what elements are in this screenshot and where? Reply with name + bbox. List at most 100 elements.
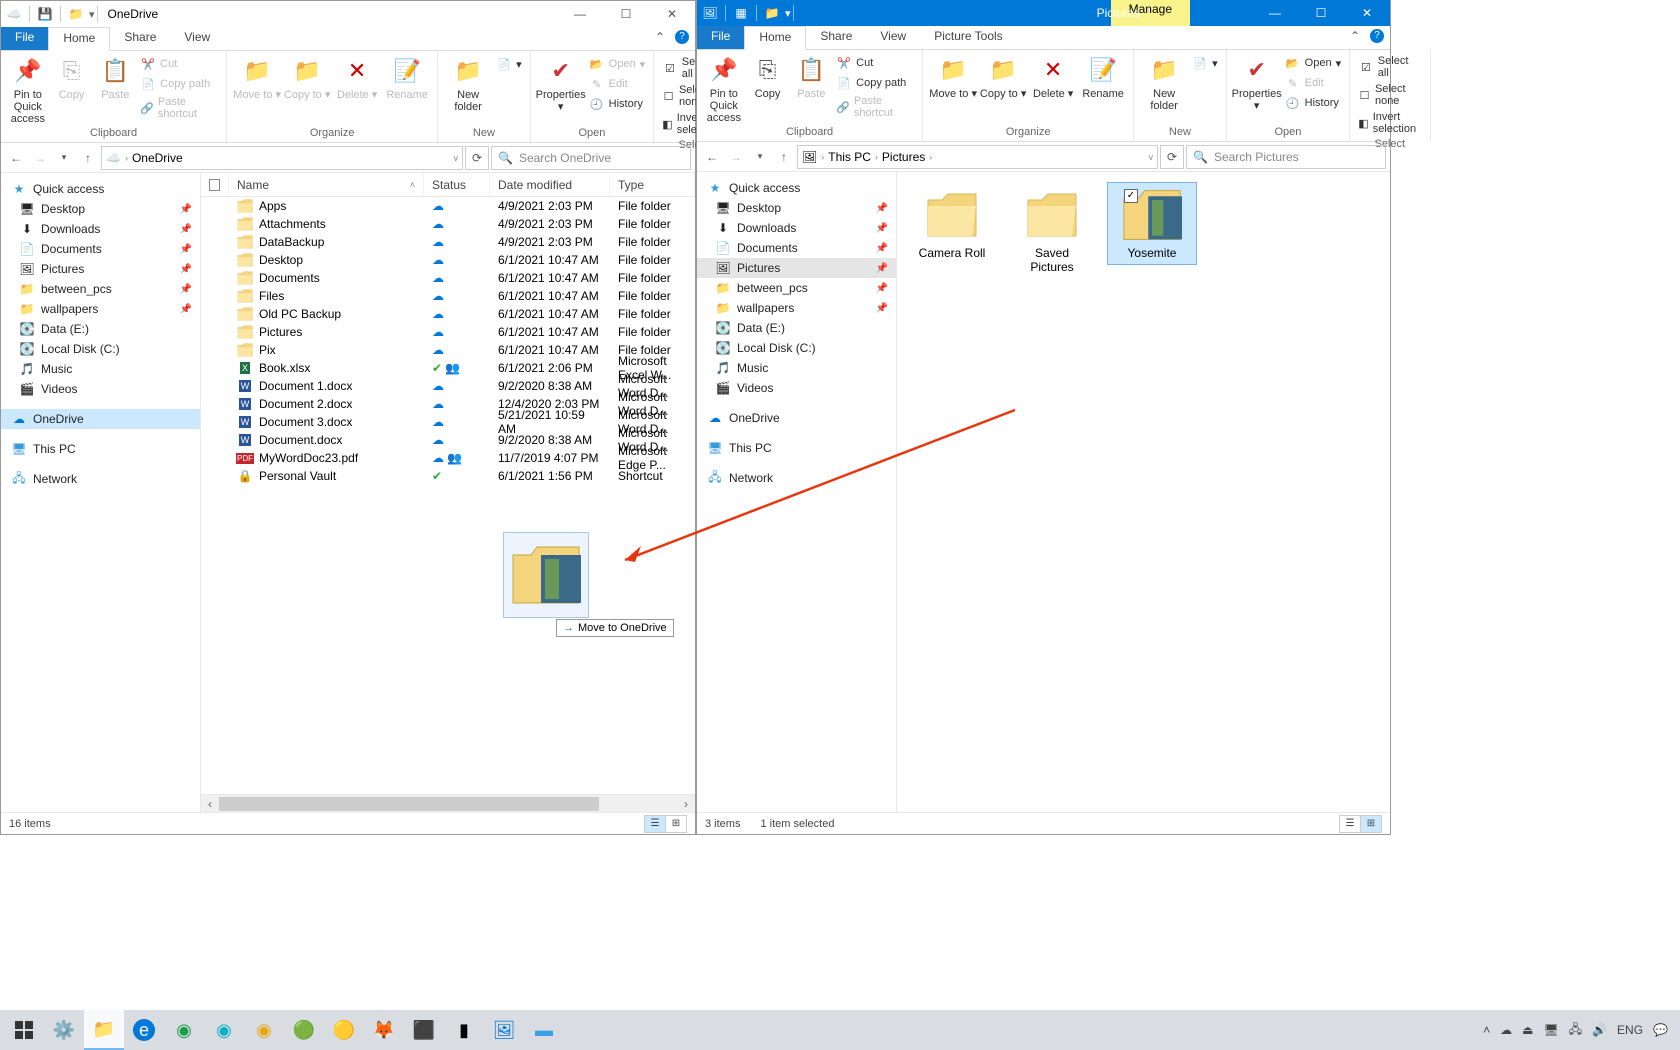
terminal-taskbar[interactable]: ⬛: [404, 1010, 444, 1050]
edge-dev-taskbar[interactable]: ◉: [164, 1010, 204, 1050]
paste-button[interactable]: 📋Paste: [790, 52, 832, 100]
edge-canary-taskbar[interactable]: ◉: [244, 1010, 284, 1050]
pin-quick-access-button[interactable]: 📌Pin to Quick access: [703, 52, 745, 124]
copy-path-button[interactable]: 📄Copy path: [834, 74, 916, 92]
close-button[interactable]: ✕: [649, 1, 695, 27]
sidebar-item[interactable]: ⬇Downloads📌: [697, 218, 896, 238]
copy-button[interactable]: ⎘Copy: [747, 52, 789, 100]
collapse-ribbon-icon[interactable]: ⌃: [655, 30, 665, 44]
sidebar-this-pc[interactable]: 🖥This PC: [697, 438, 896, 458]
tab-home[interactable]: Home: [48, 27, 110, 51]
photos-taskbar[interactable]: 🖼: [484, 1010, 524, 1050]
folder-item[interactable]: Saved Pictures: [1007, 182, 1097, 279]
display-tray-icon[interactable]: 🖥: [1543, 1023, 1558, 1037]
history-button[interactable]: 🕘History: [587, 95, 647, 113]
sidebar-item[interactable]: 📁wallpapers📌: [697, 298, 896, 318]
delete-button[interactable]: ✕Delete ▾: [333, 53, 381, 101]
breadcrumb-onedrive[interactable]: OneDrive: [132, 151, 183, 165]
sidebar-item[interactable]: 🖥Desktop📌: [697, 198, 896, 218]
edge-beta-taskbar[interactable]: ◉: [204, 1010, 244, 1050]
sidebar-item[interactable]: 💽Local Disk (C:): [697, 338, 896, 358]
sidebar-quick-access[interactable]: ★Quick access: [697, 178, 896, 198]
titlebar[interactable]: 🖼 ▦ 📁 ▾ Manage Pictures — ☐ ✕: [697, 0, 1390, 26]
file-row[interactable]: 🔒Personal Vault✔6/1/2021 1:56 PMShortcut: [201, 467, 695, 485]
properties-icon[interactable]: ▦: [732, 4, 750, 22]
column-headers[interactable]: Name˄ Status Date modified Type: [201, 173, 695, 197]
new-folder-button[interactable]: 📁New folder: [1140, 52, 1188, 112]
cut-button[interactable]: ✂️Cut: [138, 55, 220, 73]
sidebar-network[interactable]: 🖧Network: [697, 468, 896, 488]
pin-quick-access-button[interactable]: 📌Pin to Quick access: [7, 53, 49, 125]
app-taskbar[interactable]: ▬: [524, 1010, 564, 1050]
cmd-taskbar[interactable]: ▮: [444, 1010, 484, 1050]
address-bar[interactable]: 🖼 › This PC › Pictures › v: [797, 145, 1158, 169]
back-button[interactable]: ←: [5, 147, 27, 169]
sidebar-item[interactable]: ⬇Downloads📌: [1, 219, 200, 239]
minimize-button[interactable]: —: [557, 1, 603, 27]
paste-button[interactable]: 📋Paste: [94, 53, 136, 101]
sidebar-onedrive[interactable]: ☁OneDrive: [697, 408, 896, 428]
system-tray[interactable]: ˄ ☁ ⏏ 🖥 🖧 🔊 ENG 💬: [1483, 1020, 1676, 1041]
firefox-taskbar[interactable]: 🦊: [364, 1010, 404, 1050]
select-all-button[interactable]: ☑Select all: [1356, 54, 1423, 80]
file-row[interactable]: Old PC Backup☁6/1/2021 10:47 AMFile fold…: [201, 305, 695, 323]
copy-button[interactable]: ⎘Copy: [51, 53, 93, 101]
back-button[interactable]: ←: [701, 146, 723, 168]
select-none-button[interactable]: ☐Select none: [1356, 82, 1423, 108]
sidebar-network[interactable]: 🖧Network: [1, 469, 200, 489]
sidebar-item[interactable]: 🎬Videos: [697, 378, 896, 398]
usb-tray-icon[interactable]: ⏏: [1522, 1023, 1533, 1037]
invert-selection-button[interactable]: ◧Invert selection: [1356, 110, 1423, 136]
tab-file[interactable]: File: [697, 26, 744, 49]
file-row[interactable]: Documents☁6/1/2021 10:47 AMFile folder: [201, 269, 695, 287]
sidebar-item[interactable]: 💽Data (E:): [697, 318, 896, 338]
tab-view[interactable]: View: [170, 27, 224, 50]
chrome-taskbar[interactable]: 🟢: [284, 1010, 324, 1050]
chrome-canary-taskbar[interactable]: 🟡: [324, 1010, 364, 1050]
maximize-button[interactable]: ☐: [603, 1, 649, 27]
sidebar-this-pc[interactable]: 🖥This PC: [1, 439, 200, 459]
start-button[interactable]: [4, 1010, 44, 1050]
network-tray-icon[interactable]: 🖧: [1569, 1020, 1582, 1041]
tab-share[interactable]: Share: [110, 27, 170, 50]
forward-button[interactable]: →: [725, 146, 747, 168]
properties-button[interactable]: ✔Properties ▾: [1233, 52, 1281, 112]
open-button[interactable]: 📂Open ▾: [1283, 54, 1343, 72]
close-button[interactable]: ✕: [1344, 0, 1390, 26]
large-icons-view-button[interactable]: ⊞: [1360, 815, 1382, 833]
file-explorer-taskbar[interactable]: 📁: [84, 1010, 124, 1050]
sidebar-item[interactable]: 📁between_pcs📌: [1, 279, 200, 299]
save-icon[interactable]: 💾: [36, 5, 54, 23]
details-view-button[interactable]: ☰: [644, 815, 666, 833]
chevron-up-icon[interactable]: ˄: [1483, 1023, 1490, 1037]
open-button[interactable]: 📂Open ▾: [587, 55, 647, 73]
horizontal-scrollbar[interactable]: ‹›: [201, 794, 695, 812]
forward-button[interactable]: →: [29, 147, 51, 169]
sidebar-item[interactable]: 🖼Pictures📌: [1, 259, 200, 279]
titlebar[interactable]: ☁️ 💾 📁 ▾ OneDrive — ☐ ✕: [1, 1, 695, 27]
file-row[interactable]: Apps☁4/9/2021 2:03 PMFile folder: [201, 197, 695, 215]
large-icons-view-button[interactable]: ⊞: [665, 815, 687, 833]
search-input[interactable]: 🔍Search OneDrive: [491, 146, 691, 170]
tab-home[interactable]: Home: [744, 26, 806, 50]
history-button[interactable]: 🕘History: [1283, 94, 1343, 112]
tab-share[interactable]: Share: [806, 26, 866, 49]
sidebar-item[interactable]: 🎵Music: [697, 358, 896, 378]
onedrive-tray-icon[interactable]: ☁: [1500, 1023, 1512, 1037]
up-button[interactable]: ↑: [77, 147, 99, 169]
search-input[interactable]: 🔍Search Pictures: [1186, 145, 1386, 169]
recent-button[interactable]: ▾: [53, 147, 75, 169]
rename-button[interactable]: 📝Rename: [383, 53, 431, 101]
refresh-button[interactable]: ⟳: [1160, 145, 1184, 169]
address-bar[interactable]: ☁️ › OneDrive v: [101, 146, 463, 170]
help-icon[interactable]: ?: [1370, 29, 1384, 43]
action-center-icon[interactable]: 💬: [1653, 1023, 1668, 1037]
volume-tray-icon[interactable]: 🔊: [1592, 1023, 1607, 1037]
sidebar-quick-access[interactable]: ★Quick access: [1, 179, 200, 199]
sidebar-item[interactable]: 🎵Music: [1, 359, 200, 379]
copy-to-button[interactable]: 📁Copy to ▾: [979, 52, 1027, 100]
edge-taskbar[interactable]: e: [124, 1010, 164, 1050]
new-item-button[interactable]: 📄▾: [494, 55, 524, 73]
delete-button[interactable]: ✕Delete ▾: [1029, 52, 1077, 100]
refresh-button[interactable]: ⟳: [465, 146, 489, 170]
